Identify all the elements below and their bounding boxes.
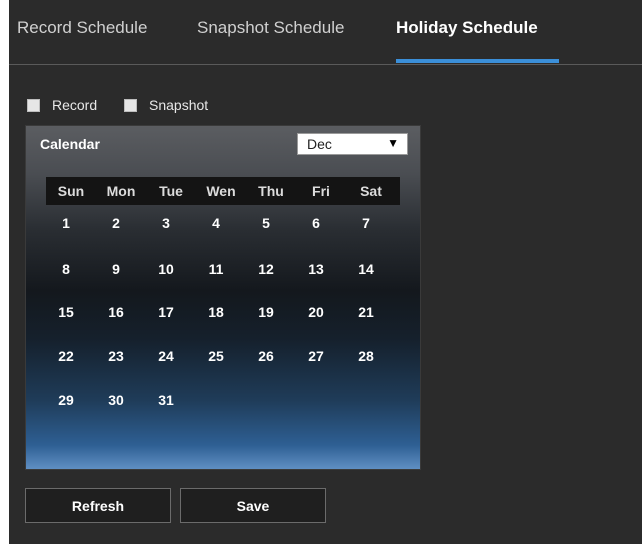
weekday-header: Sun Mon Tue Wen Thu Fri Sat bbox=[46, 177, 400, 205]
weekday-tue: Tue bbox=[159, 183, 183, 199]
calendar-day[interactable]: 14 bbox=[341, 261, 391, 277]
calendar-day[interactable]: 1 bbox=[41, 215, 91, 231]
calendar-day[interactable]: 24 bbox=[141, 348, 191, 364]
snapshot-checkbox-box[interactable] bbox=[124, 98, 137, 112]
tab-bar: Record Schedule Snapshot Schedule Holida… bbox=[9, 0, 642, 65]
calendar-day[interactable]: 9 bbox=[91, 261, 141, 277]
calendar-day[interactable]: 12 bbox=[241, 261, 291, 277]
record-checkbox-box[interactable] bbox=[27, 98, 40, 112]
holiday-schedule-panel: Record Schedule Snapshot Schedule Holida… bbox=[9, 0, 642, 544]
dropdown-arrow-icon: ▼ bbox=[387, 136, 399, 150]
calendar-day[interactable]: 28 bbox=[341, 348, 391, 364]
calendar-day[interactable]: 7 bbox=[341, 215, 391, 231]
save-button[interactable]: Save bbox=[180, 488, 326, 523]
refresh-button[interactable]: Refresh bbox=[25, 488, 171, 523]
month-select[interactable]: Dec ▼ bbox=[297, 133, 408, 155]
calendar-day[interactable]: 2 bbox=[91, 215, 141, 231]
calendar-title: Calendar bbox=[40, 136, 100, 152]
calendar-day[interactable]: 26 bbox=[241, 348, 291, 364]
calendar: Calendar Dec ▼ Sun Mon Tue Wen Thu Fri S… bbox=[25, 125, 421, 470]
tab-record-schedule[interactable]: Record Schedule bbox=[17, 18, 147, 38]
calendar-day[interactable]: 15 bbox=[41, 304, 91, 320]
calendar-day[interactable]: 5 bbox=[241, 215, 291, 231]
month-select-value: Dec bbox=[307, 136, 332, 152]
tab-snapshot-schedule[interactable]: Snapshot Schedule bbox=[197, 18, 344, 38]
calendar-day[interactable]: 21 bbox=[341, 304, 391, 320]
weekday-fri: Fri bbox=[312, 183, 330, 199]
calendar-day[interactable]: 16 bbox=[91, 304, 141, 320]
calendar-day[interactable]: 31 bbox=[141, 392, 191, 408]
weekday-wen: Wen bbox=[206, 183, 236, 199]
weekday-sat: Sat bbox=[360, 183, 382, 199]
calendar-day[interactable]: 23 bbox=[91, 348, 141, 364]
weekday-sun: Sun bbox=[57, 183, 85, 199]
calendar-day[interactable]: 6 bbox=[291, 215, 341, 231]
record-checkbox-label: Record bbox=[52, 97, 98, 113]
calendar-day[interactable]: 25 bbox=[191, 348, 241, 364]
weekday-mon: Mon bbox=[106, 183, 136, 199]
calendar-day[interactable]: 30 bbox=[91, 392, 141, 408]
calendar-day[interactable]: 4 bbox=[191, 215, 241, 231]
calendar-day[interactable]: 18 bbox=[191, 304, 241, 320]
calendar-day[interactable]: 8 bbox=[41, 261, 91, 277]
calendar-day[interactable]: 29 bbox=[41, 392, 91, 408]
weekday-thu: Thu bbox=[258, 183, 284, 199]
tab-holiday-schedule[interactable]: Holiday Schedule bbox=[396, 18, 538, 38]
calendar-day[interactable]: 3 bbox=[141, 215, 191, 231]
calendar-day[interactable]: 20 bbox=[291, 304, 341, 320]
snapshot-checkbox[interactable]: Snapshot bbox=[124, 97, 208, 113]
calendar-day[interactable]: 22 bbox=[41, 348, 91, 364]
calendar-day[interactable]: 13 bbox=[291, 261, 341, 277]
calendar-day[interactable]: 17 bbox=[141, 304, 191, 320]
calendar-day[interactable]: 10 bbox=[141, 261, 191, 277]
calendar-day[interactable]: 19 bbox=[241, 304, 291, 320]
active-tab-indicator bbox=[396, 59, 559, 63]
snapshot-checkbox-label: Snapshot bbox=[149, 97, 209, 113]
calendar-day[interactable]: 11 bbox=[191, 261, 241, 277]
calendar-day[interactable]: 27 bbox=[291, 348, 341, 364]
record-checkbox[interactable]: Record bbox=[27, 97, 97, 113]
